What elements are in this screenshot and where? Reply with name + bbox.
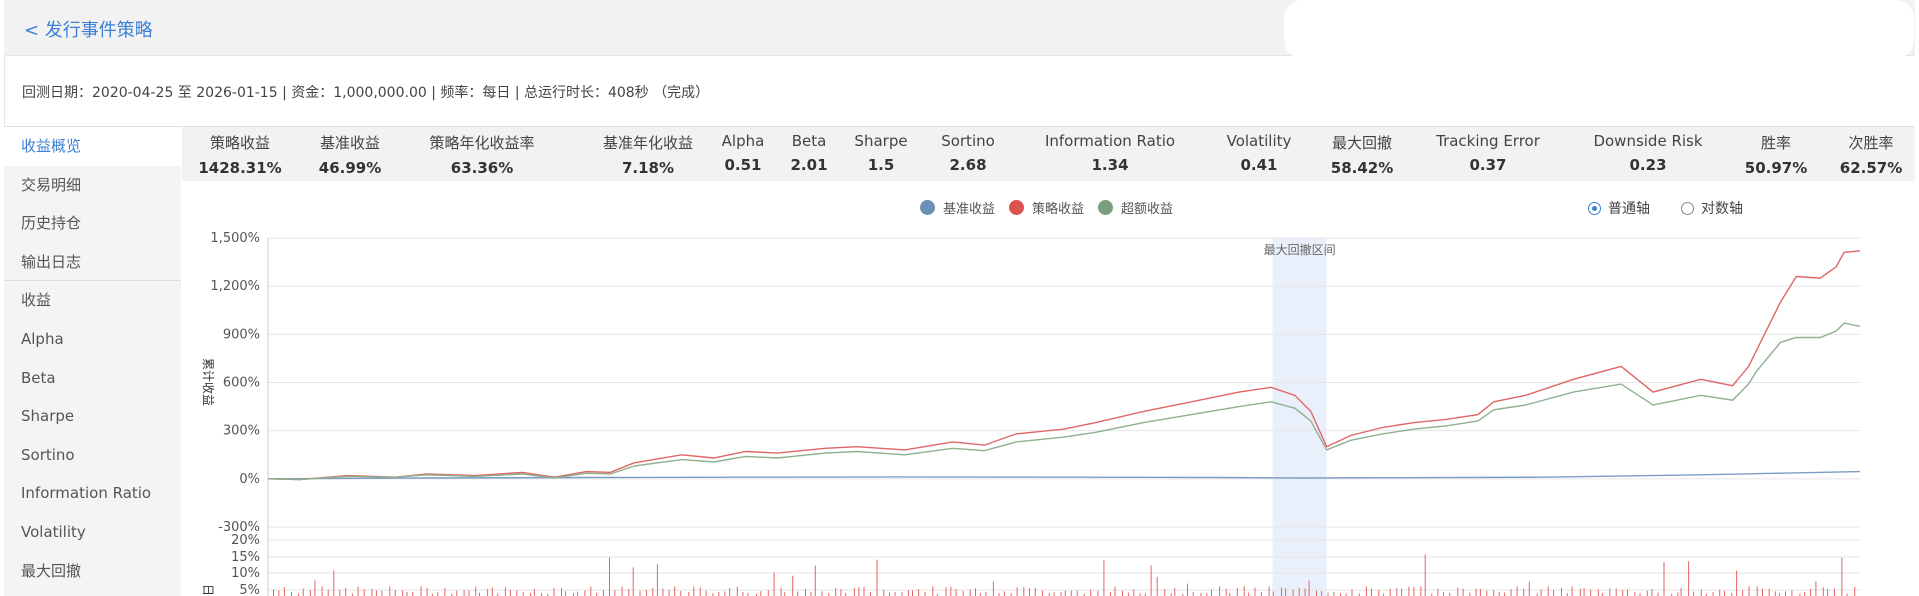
stat-item: 最大回撤 58.42%: [1331, 127, 1393, 177]
stat-item: Beta 2.01: [790, 127, 827, 174]
daily-y-tick-label: 20%: [231, 533, 260, 548]
back-link[interactable]: < 发行事件策略: [24, 16, 153, 42]
stat-label: 基准收益: [319, 134, 381, 152]
sidebar-item[interactable]: 收益概览: [4, 127, 181, 166]
stat-value: 1428.31%: [198, 159, 282, 177]
stat-label: 基准年化收益: [602, 134, 694, 152]
stat-item: Sharpe 1.5: [854, 127, 907, 174]
y-tick-label: 1,500%: [210, 231, 260, 246]
daily-y-tick-label: 15%: [231, 550, 260, 565]
series-line: [267, 322, 1861, 481]
page-header: < 发行事件策略: [4, 0, 1915, 58]
stat-item: 基准年化收益 7.18%: [603, 127, 693, 177]
normal-axis-radio[interactable]: 普通轴: [1588, 198, 1650, 218]
stat-item: 策略收益 1428.31%: [198, 127, 281, 177]
stat-label: 次胜率: [1848, 134, 1894, 152]
legend-dot-icon: [1009, 200, 1024, 215]
backtest-info: 回测日期：2020-04-25 至 2026-01-15 | 资金：1,000,…: [22, 85, 710, 101]
stats-bar: 策略收益 1428.31% 基准收益 46.99% 策略年化收益率 63.36% 基准年化收…: [182, 126, 1915, 181]
daily-y-axis-label: 日: [201, 584, 215, 596]
stat-item: Volatility 0.41: [1227, 127, 1292, 174]
sidebar-item[interactable]: 收益: [4, 281, 181, 320]
stat-value: 1.5: [867, 156, 895, 174]
stat-item: 基准收益 46.99%: [319, 127, 381, 177]
stat-label: Information Ratio: [1044, 132, 1176, 150]
stat-value: 63.36%: [450, 159, 514, 177]
stat-item: 策略年化收益率 63.36%: [429, 127, 534, 177]
legend-item[interactable]: 超额收益: [1098, 198, 1173, 217]
stat-item: Alpha 0.51: [722, 127, 765, 174]
daily-y-tick-label: 10%: [231, 566, 260, 581]
sidebar-item[interactable]: Alpha: [4, 320, 181, 359]
legend-label: 基准收益: [943, 202, 996, 217]
log-axis-radio[interactable]: 对数轴: [1681, 198, 1743, 218]
stat-value: 50.97%: [1744, 159, 1808, 177]
stat-value: 62.57%: [1839, 159, 1903, 177]
radio-unchecked-icon: [1681, 201, 1694, 215]
stat-label: Alpha: [721, 132, 765, 150]
y-tick-label: 0%: [239, 472, 260, 487]
legend-item[interactable]: 基准收益: [920, 198, 995, 217]
stat-label: 最大回撤: [1331, 134, 1393, 152]
stat-value: 0.51: [724, 156, 762, 174]
series-line: [267, 250, 1861, 481]
stat-item: Information Ratio 1.34: [1045, 127, 1175, 174]
stat-label: Downside Risk: [1593, 132, 1703, 150]
y-tick-label: 1,200%: [210, 279, 260, 294]
sidebar-item[interactable]: Volatility: [4, 513, 181, 552]
sidebar-item[interactable]: 交易明细: [4, 166, 181, 205]
stat-value: 2.68: [949, 156, 987, 174]
stat-value: 0.23: [1629, 156, 1667, 174]
y-tick-label: 300%: [223, 424, 260, 439]
legend-item[interactable]: 策略收益: [1009, 198, 1084, 217]
sidebar-item[interactable]: Sortino: [4, 436, 181, 475]
stat-label: Tracking Error: [1436, 132, 1540, 150]
drawdown-annotation: 最大回撤区间: [1264, 242, 1336, 257]
stat-value: 46.99%: [318, 159, 382, 177]
stat-label: Sharpe: [854, 132, 908, 150]
stat-value: 1.34: [1091, 156, 1129, 174]
stat-value: 58.42%: [1330, 159, 1394, 177]
y-axis-label: 累计收益: [201, 358, 215, 406]
legend-dot-icon: [920, 200, 935, 215]
stat-item: Downside Risk 0.23: [1593, 127, 1702, 174]
legend-label: 超额收益: [1121, 202, 1174, 217]
sidebar-item[interactable]: Sharpe: [4, 397, 181, 436]
stat-label: Beta: [791, 132, 827, 150]
y-tick-label: 900%: [223, 327, 260, 342]
legend-dot-icon: [1098, 200, 1113, 215]
stat-label: Sortino: [941, 132, 995, 150]
normal-axis-label: 普通轴: [1608, 201, 1650, 217]
legend-label: 策略收益: [1032, 202, 1085, 217]
log-axis-label: 对数轴: [1701, 201, 1743, 217]
sidebar-item[interactable]: 输出日志: [4, 243, 181, 282]
y-tick-label: -300%: [218, 520, 260, 535]
stat-value: 2.01: [790, 156, 828, 174]
stat-value: 0.37: [1469, 156, 1507, 174]
y-tick-label: 600%: [223, 376, 260, 391]
sidebar-item[interactable]: Beta: [4, 359, 181, 398]
header-blank-area: [1284, 0, 1914, 58]
sidebar-item[interactable]: Information Ratio: [4, 474, 181, 513]
radio-checked-icon: [1588, 201, 1601, 215]
drawdown-band: [1272, 238, 1327, 596]
stat-label: 策略年化收益率: [429, 134, 535, 152]
sidebar-item[interactable]: 最大回撤: [4, 552, 181, 591]
stat-value: 7.18%: [621, 159, 675, 177]
stat-value: 0.41: [1240, 156, 1278, 174]
stat-item: 次胜率 62.57%: [1840, 127, 1902, 177]
daily-y-tick-label: 5%: [239, 583, 260, 596]
stat-label: Volatility: [1226, 132, 1292, 150]
sidebar: 收益概览 交易明细 历史持仓 输出日志 收益 Alpha Beta Sharpe Sortino…: [4, 126, 181, 596]
stat-item: Sortino 2.68: [941, 127, 995, 174]
stat-item: Tracking Error 0.37: [1436, 127, 1540, 174]
stat-item: 胜率 50.97%: [1745, 127, 1807, 177]
stat-label: 策略收益: [209, 134, 271, 152]
stat-label: 胜率: [1760, 134, 1792, 152]
sidebar-item[interactable]: 历史持仓: [4, 204, 181, 243]
series-line: [267, 470, 1861, 480]
